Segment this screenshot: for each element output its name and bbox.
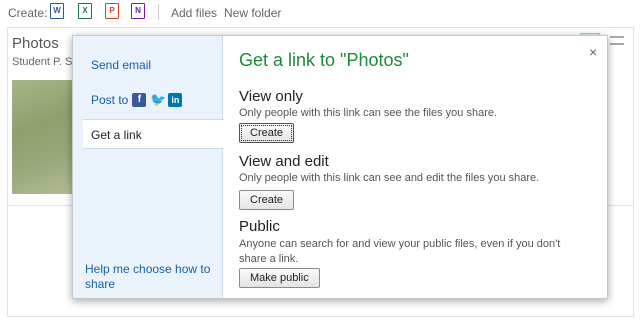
photo-thumbnail[interactable] (12, 80, 74, 194)
excel-doc-icon[interactable]: X (78, 3, 92, 19)
powerpoint-doc-icon[interactable]: P (105, 3, 119, 19)
add-files-button[interactable]: Add files (171, 6, 217, 20)
make-public-button[interactable]: Make public (239, 268, 320, 288)
share-sidebar: Send email Post to f 🐦 in Get a link Hel… (73, 36, 224, 298)
view-edit-description: Only people with this link can see and e… (239, 172, 540, 184)
view-edit-heading: View and edit (239, 153, 329, 170)
folder-owner: Student P. Se (12, 56, 79, 68)
view-only-description: Only people with this link can see the f… (239, 107, 498, 119)
send-email-link[interactable]: Send email (91, 58, 151, 72)
word-doc-icon[interactable]: W (50, 3, 64, 19)
public-heading: Public (239, 218, 280, 235)
dialog-title: Get a link to "Photos" (239, 50, 409, 70)
get-a-link-tab[interactable]: Get a link (83, 119, 224, 149)
view-only-create-button[interactable]: Create (239, 123, 295, 143)
create-label: Create: (8, 6, 48, 20)
details-view-icon[interactable] (610, 36, 624, 45)
view-only-heading: View only (239, 88, 303, 105)
folder-title: Photos (12, 35, 59, 52)
onenote-doc-icon[interactable]: N (131, 3, 145, 19)
close-icon[interactable]: × (589, 44, 597, 60)
share-dialog: Send email Post to f 🐦 in Get a link Hel… (72, 35, 608, 299)
view-edit-create-button[interactable]: Create (239, 190, 295, 210)
public-description: Anyone can search for and view your publ… (239, 238, 561, 265)
toolbar-divider (158, 4, 159, 20)
help-choose-link[interactable]: Help me choose how to share (85, 262, 215, 292)
toolbar: Create: W X P N Add files New folder (0, 0, 640, 24)
post-to-label: Post to (91, 93, 129, 107)
post-to-link[interactable]: Post to f 🐦 in (91, 93, 183, 107)
linkedin-icon[interactable]: in (168, 93, 183, 107)
twitter-icon[interactable]: 🐦 (150, 93, 166, 107)
new-folder-button[interactable]: New folder (224, 6, 281, 20)
facebook-icon[interactable]: f (132, 93, 147, 107)
